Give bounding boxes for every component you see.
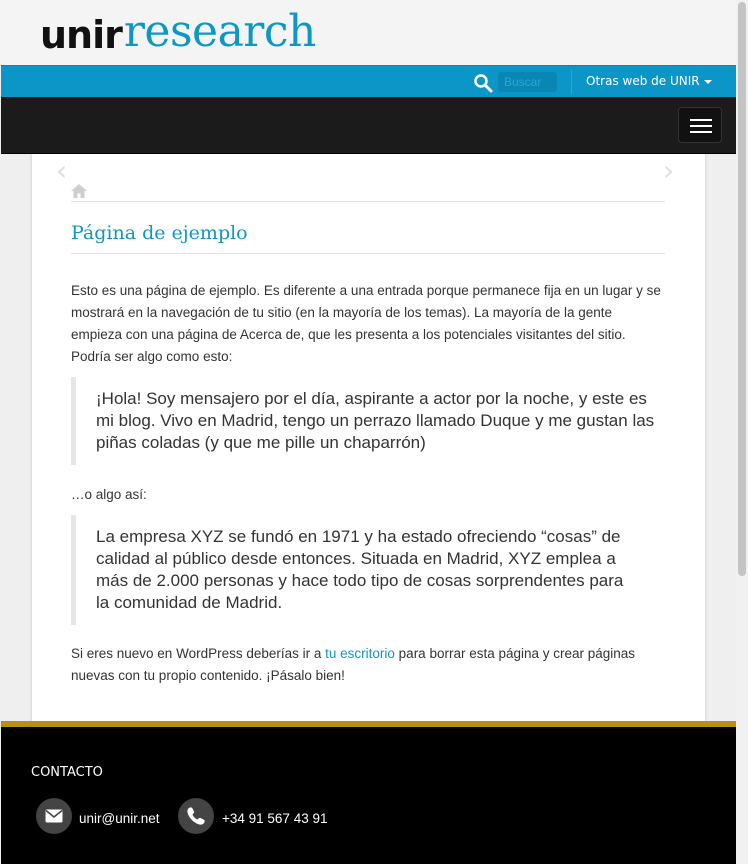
intro-paragraph: Esto es una página de ejemplo. Es difere… — [71, 283, 661, 364]
search-input[interactable] — [498, 72, 557, 92]
home-icon[interactable] — [71, 184, 87, 198]
quote-text: ¡Hola! Soy mensajero por el día, aspiran… — [96, 389, 655, 452]
other-webs-label: Otras web de UNIR — [586, 74, 700, 88]
middle-paragraph: …o algo así: — [71, 487, 147, 502]
breadcrumb-rule — [71, 201, 665, 202]
footer-email-link[interactable]: unir@unir.net — [79, 811, 160, 826]
page-title: Página de ejemplo — [71, 222, 248, 244]
dashboard-link[interactable]: tu escritorio — [325, 646, 395, 661]
prev-arrow-icon[interactable]: ‹ — [56, 154, 67, 187]
phone-icon — [178, 798, 214, 834]
main-navbar — [1, 97, 736, 154]
content-card: ‹ › Página de ejemplo Esto es una página… — [32, 154, 705, 722]
logo-unir: unir — [40, 13, 123, 57]
site-header: unir research — [0, 0, 736, 65]
title-rule — [71, 253, 665, 254]
footer-phone[interactable]: +34 91 567 43 91 — [222, 811, 327, 826]
menu-toggle-button[interactable] — [678, 107, 722, 143]
logo-research: research — [123, 6, 316, 57]
hamburger-line — [690, 125, 712, 127]
closing-paragraph: Si eres nuevo en WordPress deberías ir a… — [71, 643, 663, 687]
quote-text: La empresa XYZ se fundó en 1971 y ha est… — [96, 527, 624, 612]
closing-text-before: Si eres nuevo en WordPress deberías ir a — [71, 646, 326, 661]
blockquote-2: La empresa XYZ se fundó en 1971 y ha est… — [71, 515, 663, 625]
scrollbar-thumb[interactable] — [738, 2, 746, 576]
divider — [571, 70, 572, 94]
other-webs-dropdown[interactable]: Otras web de UNIR — [586, 74, 712, 88]
next-arrow-icon[interactable]: › — [663, 154, 674, 187]
search-icon[interactable] — [473, 73, 493, 93]
site-footer: CONTACTO unir@unir.net +34 91 567 43 91 — [1, 727, 736, 864]
top-bar: Otras web de UNIR — [1, 65, 736, 97]
footer-title: CONTACTO — [31, 765, 103, 780]
hamburger-line — [690, 119, 712, 121]
page-scrollbar[interactable] — [736, 0, 748, 864]
caret-down-icon — [703, 79, 712, 84]
blockquote-1: ¡Hola! Soy mensajero por el día, aspiran… — [71, 377, 663, 465]
email-icon — [36, 798, 72, 834]
site-logo[interactable]: unir research — [40, 6, 316, 58]
hamburger-line — [690, 131, 712, 133]
